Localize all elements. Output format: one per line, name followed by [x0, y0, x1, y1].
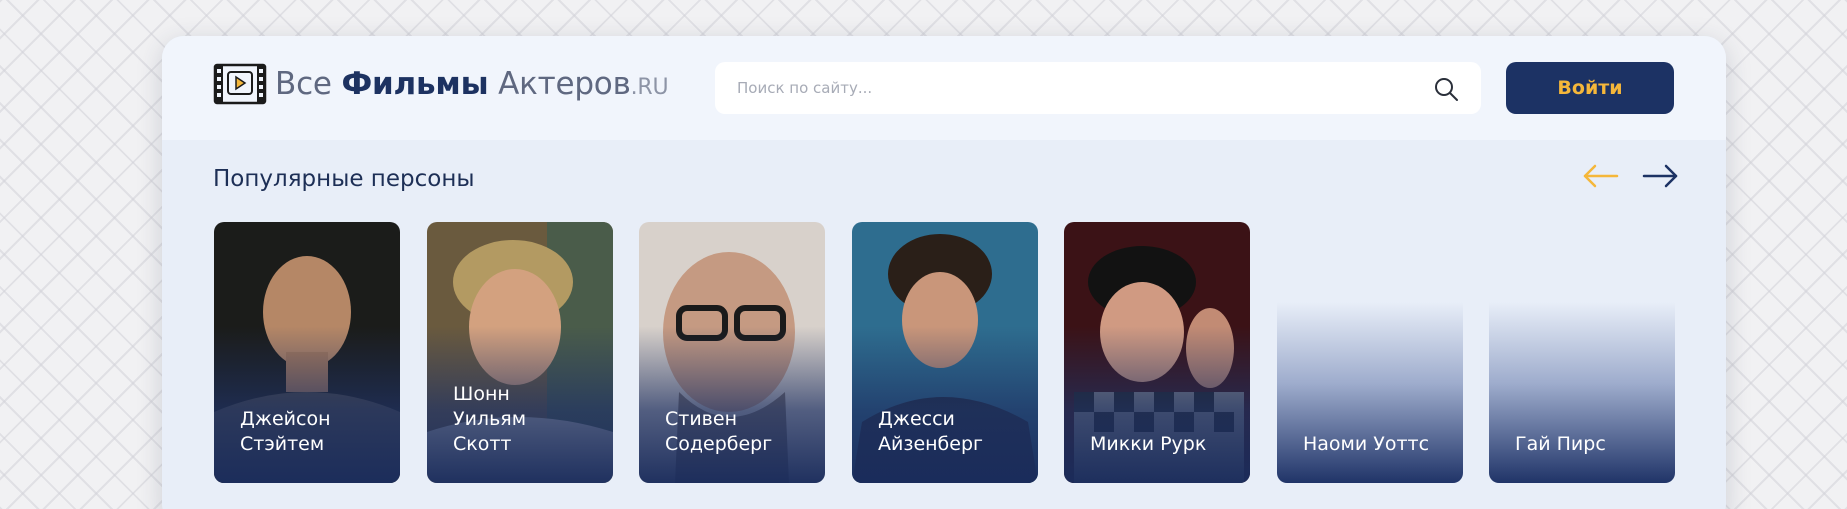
- main-panel: Все Фильмы Актеров.RU Войти Популярные п…: [162, 36, 1726, 509]
- person-card-4[interactable]: Джесси Айзенберг: [852, 222, 1038, 483]
- person-name: Наоми Уоттс: [1303, 433, 1430, 455]
- person-card-2[interactable]: Шонн Уильям Скотт: [427, 222, 613, 483]
- arrow-left-icon[interactable]: [1581, 160, 1621, 192]
- person-card-1[interactable]: Джейсон Стэйтем: [214, 222, 400, 483]
- person-card-7[interactable]: Гай Пирс: [1489, 222, 1675, 483]
- logo-text: Все Фильмы Актеров.RU: [275, 66, 669, 102]
- person-name: Шонн Уильям Скотт: [453, 383, 527, 455]
- logo-word-3: Актеров: [498, 66, 631, 102]
- person-card-3[interactable]: Стивен Содерберг: [639, 222, 825, 483]
- login-button[interactable]: Войти: [1506, 62, 1674, 114]
- person-name: Стивен Содерберг: [665, 408, 773, 455]
- person-name: Джейсон Стэйтем: [240, 408, 331, 455]
- person-card-5[interactable]: Микки Рурк: [1064, 222, 1250, 483]
- person-name: Гай Пирс: [1515, 433, 1606, 455]
- section-title: Популярные персоны: [213, 166, 475, 192]
- site-logo[interactable]: Все Фильмы Актеров.RU: [213, 60, 669, 108]
- search-icon[interactable]: [1433, 76, 1459, 102]
- arrow-right-icon[interactable]: [1640, 160, 1680, 192]
- person-name: Джесси Айзенберг: [878, 408, 984, 455]
- search-input[interactable]: [715, 62, 1481, 114]
- logo-word-2: Фильмы: [341, 66, 489, 102]
- person-card-6[interactable]: Наоми Уоттс: [1277, 222, 1463, 483]
- person-name: Микки Рурк: [1090, 433, 1207, 455]
- film-play-icon: [213, 63, 267, 105]
- logo-domain: .RU: [630, 75, 669, 100]
- logo-word-1: Все: [275, 66, 332, 102]
- site-header: Все Фильмы Актеров.RU Войти: [162, 36, 1726, 140]
